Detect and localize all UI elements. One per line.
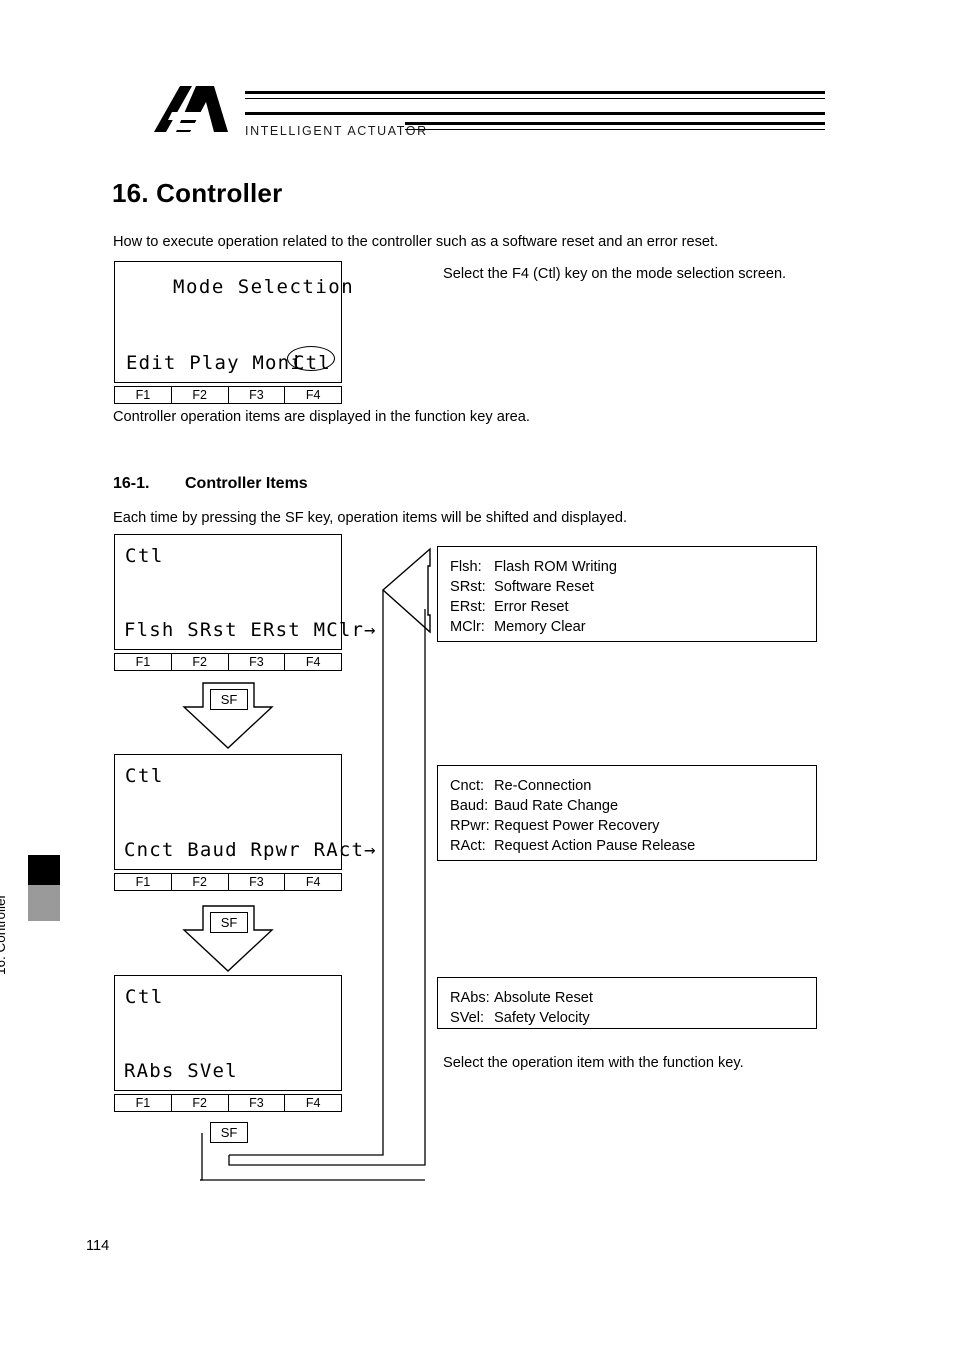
desc-text: Request Action Pause Release [494,838,696,854]
lcd-title-ctl-2: Ctl [125,765,164,787]
function-key-note: Controller operation items are displayed… [113,409,530,425]
section-heading: 16-1. Controller Items [113,475,308,493]
desc-text: Re-Connection [494,778,592,794]
desc-abbr: RPwr: [450,818,490,834]
page-title: 16. Controller [112,178,283,208]
fkey-f4[interactable]: F4 [285,874,341,890]
desc-row: ERst: Error Reset [450,597,816,617]
desc-abbr: SVel: [450,1010,485,1026]
desc-text: Absolute Reset [494,990,593,1006]
desc-text: Baud Rate Change [494,798,619,814]
fkey-f2[interactable]: F2 [172,874,229,890]
fkey-f3[interactable]: F3 [229,387,286,403]
page-header: INTELLIGENT ACTUATOR [115,82,825,154]
header-rule-1 [245,91,825,94]
desc-abbr: ERst: [450,599,486,615]
desc-abbr: RAct: [450,838,486,854]
fkey-f2[interactable]: F2 [172,387,229,403]
desc-row: RAct: Request Action Pause Release [450,836,816,856]
lcd-title-ctl-3: Ctl [125,986,164,1008]
fkey-f1[interactable]: F1 [115,1095,172,1111]
desc-text: Safety Velocity [494,1010,590,1026]
desc-text: Error Reset [494,599,569,615]
desc-text: Request Power Recovery [494,818,660,834]
lcd-mode-selection: Mode Selection Edit Play Moni Ctl [114,261,353,383]
desc-row: Flsh: Flash ROM Writing [450,557,816,577]
fkey-f2[interactable]: F2 [172,1095,229,1111]
mode-selection-note: Select the F4 (Ctl) key on the mode sele… [443,266,787,282]
fkey-f3[interactable]: F3 [229,1095,286,1111]
fkey-f4[interactable]: F4 [285,387,341,403]
lcd-title-ctl-1: Ctl [125,545,164,567]
lcd-items-ctl-1: Flsh SRst ERst MClr→ [124,619,377,641]
section-title: Controller Items [185,475,308,492]
section-number: 16-1. [113,475,150,492]
description-box-2: Cnct: Re-Connection Baud: Baud Rate Change… [437,765,817,861]
side-tab-label: 16. Controller [0,893,8,975]
desc-abbr: Baud: [450,798,489,814]
header-rule-4 [405,122,825,125]
desc-abbr: Cnct: [450,778,485,794]
sf-key-3[interactable]: SF [210,1122,248,1143]
desc-row: RPwr: Request Power Recovery [450,816,816,836]
header-rule-2 [245,98,825,100]
description-box-1: Flsh: Flash ROM Writing SRst: Software Res… [437,546,817,642]
intro-paragraph: How to execute operation related to the … [113,234,719,250]
sf-key-1[interactable]: SF [210,689,248,710]
desc-row: RAbs: Absolute Reset [450,988,816,1008]
header-rule-5 [405,129,825,131]
fkeys-ctl-page2: F1 F2 F3 F4 [114,873,342,891]
lcd-ctl-page3: Ctl RAbs SVel [114,975,342,1091]
ctl-highlight-ellipse [287,346,335,371]
lcd-title-mode-selection: Mode Selection [173,276,355,298]
header-rule-3 [245,112,825,115]
desc-row: SRst: Software Reset [450,577,816,597]
fkey-f2[interactable]: F2 [172,654,229,670]
fkeys-ctl-page1: F1 F2 F3 F4 [114,653,342,671]
side-tab-gray [28,885,60,921]
page-number: 114 [86,1238,110,1254]
desc-text: Memory Clear [494,619,586,635]
sf-key-2[interactable]: SF [210,912,248,933]
desc-row: Baud: Baud Rate Change [450,796,816,816]
fkey-f1[interactable]: F1 [115,387,172,403]
fkey-f4[interactable]: F4 [285,1095,341,1111]
desc-abbr: SRst: [450,579,486,595]
description-box-3: RAbs: Absolute Reset SVel: Safety Velocity [437,977,817,1029]
select-operation-note: Select the operation item with the funct… [443,1055,744,1071]
desc-abbr: RAbs: [450,990,490,1006]
lcd-items-ctl-2: Cnct Baud Rpwr RAct→ [124,839,377,861]
lcd-ctl-page2: Ctl Cnct Baud Rpwr RAct→ [114,754,376,870]
section-intro: Each time by pressing the SF key, operat… [113,510,628,526]
desc-abbr: Flsh: [450,559,482,575]
desc-row: Cnct: Re-Connection [450,776,816,796]
desc-row: SVel: Safety Velocity [450,1008,816,1028]
fkey-f1[interactable]: F1 [115,874,172,890]
fkeys-mode-selection: F1 F2 F3 F4 [114,386,342,404]
fkey-f3[interactable]: F3 [229,874,286,890]
loop-path-left [200,1133,203,1181]
lcd-items-ctl-3: RAbs SVel [124,1060,238,1082]
desc-text: Software Reset [494,579,594,595]
desc-row: MClr: Memory Clear [450,617,816,637]
ia-logo-icon [154,86,228,132]
desc-text: Flash ROM Writing [494,559,617,575]
lcd-items-mode-selection: Edit Play Moni [126,352,303,374]
logo-text: INTELLIGENT ACTUATOR [245,124,428,138]
loop-return-arrow [381,547,431,634]
fkey-f3[interactable]: F3 [229,654,286,670]
fkeys-ctl-page3: F1 F2 F3 F4 [114,1094,342,1112]
lcd-ctl-page1: Ctl Flsh SRst ERst MClr→ [114,534,376,650]
desc-abbr: MClr: [450,619,485,635]
fkey-f1[interactable]: F1 [115,654,172,670]
fkey-f4[interactable]: F4 [285,654,341,670]
